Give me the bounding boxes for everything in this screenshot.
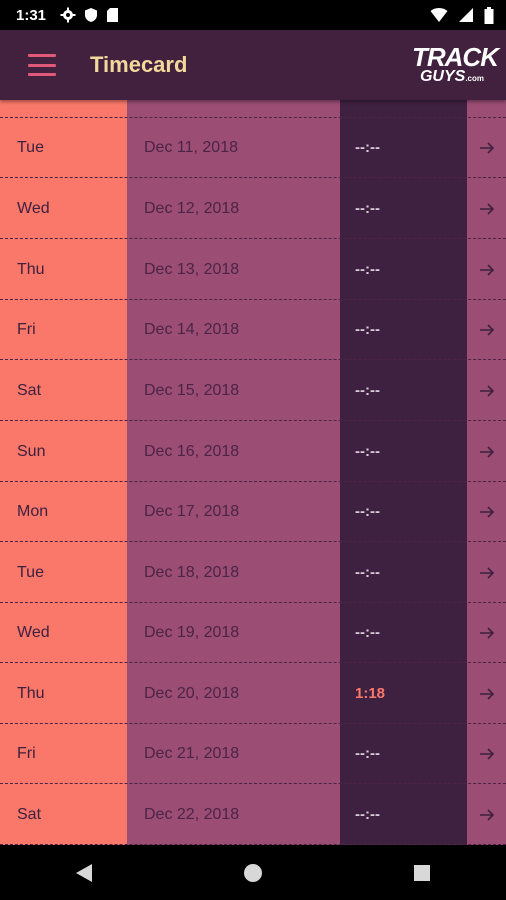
day-label: Fri	[17, 744, 36, 762]
timecard-row[interactable]: Thu Dec 13, 2018 --:--	[0, 240, 506, 300]
signal-icon	[459, 8, 473, 22]
page-title: Timecard	[90, 52, 188, 77]
logo-text-guys: GUYS	[419, 68, 466, 85]
logo-text-suffix: .com	[465, 74, 484, 83]
status-time: 1:31	[16, 6, 47, 24]
status-system-icons	[430, 6, 494, 24]
hours-value: --:--	[355, 443, 380, 460]
date-label: Dec 22, 2018	[144, 805, 240, 823]
arrow-right-icon[interactable]	[467, 140, 506, 156]
timecard-row[interactable]: Tue Dec 11, 2018 --:--	[0, 118, 506, 178]
status-bar: 1:31	[0, 0, 506, 30]
hours-value: --:--	[355, 806, 380, 823]
timecard-row[interactable]: Thu Dec 20, 2018 1:18	[0, 664, 506, 724]
hours-value: --:--	[355, 745, 380, 762]
date-label: Dec 12, 2018	[144, 199, 240, 217]
menu-icon-line	[28, 54, 56, 57]
date-label: Dec 20, 2018	[144, 684, 240, 702]
timecard-row[interactable]: Fri Dec 21, 2018 --:--	[0, 724, 506, 784]
logo-text-top: TRACK	[412, 42, 499, 72]
timecard-row[interactable]: Sat Dec 22, 2018 --:--	[0, 785, 506, 845]
timecard-row[interactable]: Wed Dec 19, 2018 --:--	[0, 603, 506, 663]
app-bar: Timecard TRACK GUYS.com	[0, 30, 506, 100]
shield-icon	[85, 8, 98, 22]
hours-value: --:--	[355, 139, 380, 156]
wifi-icon	[430, 8, 448, 22]
arrow-right-icon[interactable]	[467, 565, 506, 581]
hours-value: --:--	[355, 624, 380, 641]
arrow-right-icon[interactable]	[467, 201, 506, 217]
arrow-right-icon[interactable]	[467, 322, 506, 338]
date-label: Dec 17, 2018	[144, 502, 240, 520]
system-nav-bar	[0, 845, 506, 900]
arrow-right-icon[interactable]	[467, 746, 506, 762]
home-icon[interactable]	[223, 853, 283, 893]
hours-value: 1:18	[355, 685, 386, 702]
timecard-row[interactable]: Wed Dec 12, 2018 --:--	[0, 179, 506, 239]
hours-value: --:--	[355, 382, 380, 399]
date-label: Dec 18, 2018	[144, 563, 240, 581]
menu-icon-line	[28, 73, 56, 76]
date-label: Dec 15, 2018	[144, 381, 240, 399]
battery-icon	[484, 6, 494, 24]
trackguys-logo: TRACK GUYS.com	[412, 42, 499, 86]
day-label: Sun	[17, 442, 46, 460]
date-label: Dec 21, 2018	[144, 744, 240, 762]
day-label: Sat	[17, 381, 42, 399]
logo-text-bottom: GUYS.com	[419, 68, 484, 86]
day-label: Tue	[17, 563, 44, 581]
back-icon[interactable]	[54, 853, 114, 893]
arrow-right-icon[interactable]	[467, 625, 506, 641]
date-label: Dec 11, 2018	[144, 138, 238, 156]
date-label: Dec 13, 2018	[144, 260, 240, 278]
day-label: Wed	[17, 199, 50, 217]
sd-card-icon	[107, 8, 119, 22]
date-label: Dec 14, 2018	[144, 320, 240, 338]
status-notification-icons	[60, 7, 119, 23]
hours-value: --:--	[355, 503, 380, 520]
timecard-list[interactable]: Tue Dec 11, 2018 --:-- Wed Dec 12, 2018 …	[0, 100, 506, 845]
day-label: Thu	[17, 684, 45, 702]
date-label: Dec 19, 2018	[144, 623, 240, 641]
timecard-row[interactable]: Fri Dec 14, 2018 --:--	[0, 300, 506, 360]
hours-value: --:--	[355, 564, 380, 581]
day-label: Thu	[17, 260, 45, 278]
arrow-right-icon[interactable]	[467, 504, 506, 520]
timecard-row[interactable]: Sun Dec 16, 2018 --:--	[0, 422, 506, 482]
menu-icon-line	[28, 63, 56, 67]
day-label: Sat	[17, 805, 42, 823]
arrow-right-icon[interactable]	[467, 383, 506, 399]
arrow-right-icon[interactable]	[467, 686, 506, 702]
menu-icon[interactable]	[28, 54, 56, 76]
timecard-row[interactable]: Sat Dec 15, 2018 --:--	[0, 361, 506, 421]
day-label: Fri	[17, 320, 36, 338]
arrow-right-icon[interactable]	[467, 262, 506, 278]
day-label: Wed	[17, 623, 50, 641]
hours-value: --:--	[355, 200, 380, 217]
hours-value: --:--	[355, 321, 380, 338]
hours-value: --:--	[355, 261, 380, 278]
arrow-right-icon[interactable]	[467, 807, 506, 823]
settings-icon	[60, 7, 76, 23]
day-label: Mon	[17, 502, 49, 520]
date-label: Dec 16, 2018	[144, 442, 240, 460]
recents-icon[interactable]	[392, 853, 452, 893]
partial-row	[0, 100, 506, 118]
timecard-row[interactable]: Tue Dec 18, 2018 --:--	[0, 543, 506, 603]
timecard-row[interactable]: Mon Dec 17, 2018 --:--	[0, 482, 506, 542]
day-label: Tue	[17, 138, 44, 156]
arrow-right-icon[interactable]	[467, 444, 506, 460]
